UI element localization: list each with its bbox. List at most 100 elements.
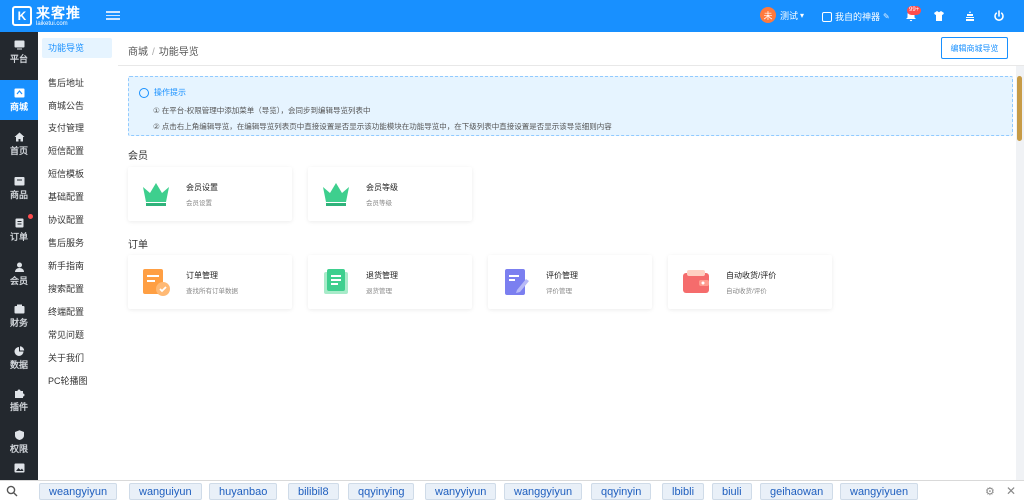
card-title: 会员设置 <box>186 183 218 192</box>
subnav-item-sms-template[interactable]: 短信模板 <box>42 164 112 184</box>
shirt-icon[interactable] <box>931 8 947 24</box>
scrollbar-thumb[interactable] <box>1017 76 1022 141</box>
tag-item[interactable]: lbibli <box>662 483 705 500</box>
nav-item-finance[interactable]: 财务 <box>0 296 38 336</box>
gear-icon[interactable]: ⚙ <box>985 485 995 498</box>
search-icon[interactable] <box>6 485 18 497</box>
chevron-down-icon: ▾ <box>800 10 805 20</box>
card-desc: 自动收货/评价 <box>726 288 767 295</box>
card-title: 自动收货/评价 <box>726 271 777 280</box>
primary-sidebar: 平台 商城 首页 商品 订单 会员 财务 数据 插件 权限 <box>0 32 38 480</box>
tag-item[interactable]: geihaowan <box>760 483 834 500</box>
mall-icon <box>13 87 25 98</box>
nav-item-more[interactable] <box>0 458 38 480</box>
breadcrumb: 商城 / 功能导览 <box>128 43 199 58</box>
subnav-item-announcement[interactable]: 商城公告 <box>42 96 112 116</box>
nav-item-mall[interactable]: 商城 <box>0 80 38 120</box>
home-icon <box>13 131 25 142</box>
card-auto-receipt-review[interactable]: 自动收货/评价 自动收货/评价 <box>668 255 832 309</box>
nav-item-home[interactable]: 首页 <box>0 124 38 164</box>
nav-item-permission[interactable]: 权限 <box>0 422 38 462</box>
card-desc: 会员等级 <box>366 200 392 207</box>
subnav-item-payment[interactable]: 支付管理 <box>42 118 112 138</box>
brand-name: 来客推 <box>36 4 81 21</box>
subnav-item-aftersale-address[interactable]: 售后地址 <box>42 73 112 93</box>
nav-label: 插件 <box>9 402 28 412</box>
tag-item[interactable]: huyanbao <box>209 483 278 500</box>
card-review-management[interactable]: 评价管理 评价管理 <box>488 255 652 309</box>
crown-icon <box>323 183 349 206</box>
nav-item-member[interactable]: 会员 <box>0 254 38 294</box>
logo-mark: K <box>12 6 32 26</box>
tag-item[interactable]: bilibil8 <box>288 483 339 500</box>
breadcrumb-current: 功能导览 <box>158 47 199 58</box>
tip-line-1: ① 在平台-权限管理中添加菜单（导览），会同步到编辑导览列表中 <box>153 106 371 115</box>
nav-item-goods[interactable]: 商品 <box>0 168 38 208</box>
user-menu[interactable]: 未 测试 ▾ <box>760 7 804 23</box>
tag-item[interactable]: biuli <box>712 483 752 500</box>
card-member-settings[interactable]: 会员设置 会员设置 <box>128 167 292 221</box>
nav-label: 首页 <box>9 146 28 156</box>
nav-item-order[interactable]: 订单 <box>0 210 38 250</box>
card-desc: 会员设置 <box>186 200 212 207</box>
tag-item[interactable]: weangyiyun <box>39 483 118 500</box>
avatar: 未 <box>760 7 776 23</box>
nav-label: 订单 <box>9 232 28 242</box>
tag-item[interactable]: wanyyiyun <box>425 483 497 500</box>
nav-label: 平台 <box>9 54 28 64</box>
finance-icon <box>13 303 25 314</box>
menu-toggle-icon[interactable] <box>106 9 120 23</box>
order-icon <box>13 217 25 228</box>
subnav-item-faq[interactable]: 常见问题 <box>42 325 112 345</box>
subnav-item-terminal-config[interactable]: 终端配置 <box>42 302 112 322</box>
tag-item[interactable]: wanggyiyun <box>504 483 583 500</box>
card-title: 订单管理 <box>186 271 218 280</box>
bottom-tag-bar: weangyiyun wanguiyun huyanbao bilibil8 q… <box>0 480 1024 500</box>
card-title: 退货管理 <box>366 271 398 280</box>
breadcrumb-bar: 商城 / 功能导览 编辑商城导览 <box>118 32 1024 66</box>
subnav-item-basic-config[interactable]: 基础配置 <box>42 187 112 207</box>
subnav-item-pc-carousel[interactable]: PC轮播图 <box>42 371 112 391</box>
breadcrumb-parent[interactable]: 商城 <box>128 47 148 58</box>
power-icon[interactable] <box>991 8 1007 24</box>
section-title-order: 订单 <box>128 240 148 251</box>
nav-label: 财务 <box>9 318 28 328</box>
plugin-icon <box>13 387 25 398</box>
logo[interactable]: K 来客推 laiketui.com <box>12 4 84 28</box>
home-menu-icon[interactable] <box>962 8 978 24</box>
brand-domain: laiketui.com <box>36 20 68 27</box>
subnav-item-agreement[interactable]: 协议配置 <box>42 210 112 230</box>
nav-item-data[interactable]: 数据 <box>0 338 38 378</box>
tag-item[interactable]: wanguiyun <box>129 483 202 500</box>
nav-item-plugin[interactable]: 插件 <box>0 380 38 420</box>
tag-item[interactable]: wangyiyuen <box>840 483 919 500</box>
top-bar: K 来客推 laiketui.com 未 测试 ▾ 我自的神器 ✎ 99+ <box>0 0 1024 32</box>
shop-selector[interactable]: 我自的神器 ✎ <box>822 10 890 23</box>
card-desc: 查找所有订单数据 <box>186 288 238 295</box>
wallet-icon <box>683 270 709 293</box>
nav-item-platform[interactable]: 平台 <box>0 32 38 72</box>
subnav-item-about[interactable]: 关于我们 <box>42 348 112 368</box>
card-return-management[interactable]: 退货管理 退货管理 <box>308 255 472 309</box>
subnav-item-guide[interactable]: 功能导览 <box>42 38 112 58</box>
platform-icon <box>13 39 25 50</box>
subnav-item-search-config[interactable]: 搜索配置 <box>42 279 112 299</box>
crown-icon <box>143 183 169 206</box>
nav-label: 商品 <box>9 190 28 200</box>
card-order-management[interactable]: 订单管理 查找所有订单数据 <box>128 255 292 309</box>
card-member-level[interactable]: 会员等级 会员等级 <box>308 167 472 221</box>
edit-nav-button[interactable]: 编辑商城导览 <box>941 37 1008 59</box>
user-name: 测试 <box>780 10 799 21</box>
subnav-item-aftersale-service[interactable]: 售后服务 <box>42 233 112 253</box>
order-list-icon <box>143 269 170 296</box>
card-desc: 评价管理 <box>546 288 572 295</box>
close-icon[interactable]: ✕ <box>1006 484 1016 498</box>
edit-icon: ✎ <box>883 12 890 21</box>
tag-item[interactable]: qqyinyin <box>591 483 652 500</box>
card-title: 会员等级 <box>366 183 398 192</box>
card-title: 评价管理 <box>546 271 578 280</box>
tip-line-2: ② 点击右上角编辑导览，在编辑导览列表页中直接设置是否显示该功能模块在功能导览中… <box>153 122 612 131</box>
subnav-item-sms-config[interactable]: 短信配置 <box>42 141 112 161</box>
subnav-item-newbie-guide[interactable]: 新手指南 <box>42 256 112 276</box>
tag-item[interactable]: qqyinying <box>348 483 415 500</box>
